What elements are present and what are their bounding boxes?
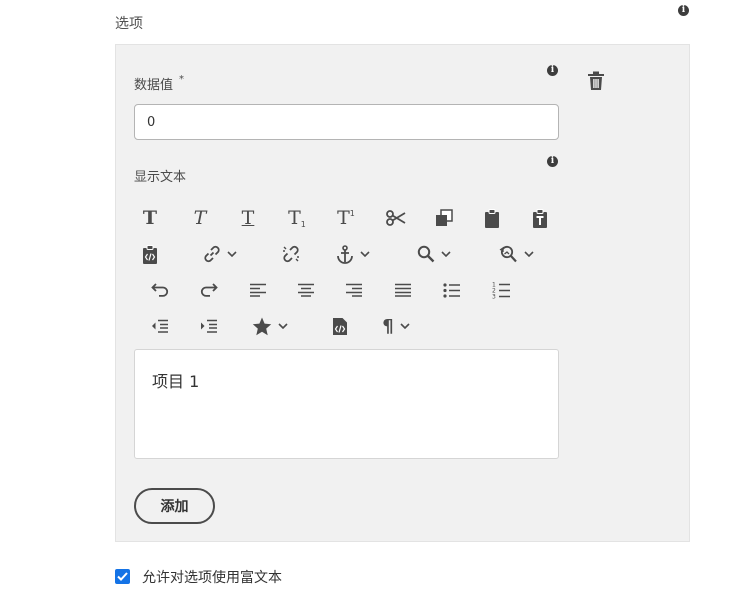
display-text-info-icon[interactable]: i <box>547 156 558 167</box>
rich-text-checkbox-label[interactable]: 允许对选项使用富文本 <box>142 567 282 587</box>
required-mark: * <box>179 74 185 85</box>
rich-text-editor[interactable]: 项目 1 <box>134 349 559 459</box>
options-section-label: 选项 <box>115 16 143 32</box>
add-button[interactable]: 添加 <box>134 488 215 524</box>
bulleted-list-icon[interactable] <box>436 275 468 305</box>
bold-icon[interactable]: T <box>134 203 166 233</box>
special-char-dropdown[interactable] <box>244 311 296 341</box>
editor-content[interactable]: 项目 1 <box>152 368 541 392</box>
find-replace-icon <box>499 245 517 263</box>
checkmark-icon <box>117 572 128 581</box>
svg-text:3: 3 <box>492 294 496 300</box>
link-icon <box>204 245 220 263</box>
bold-glyph: T <box>142 206 158 229</box>
chevron-down-icon <box>400 323 410 329</box>
superscript-glyph: T <box>337 206 350 229</box>
align-left-icon[interactable] <box>242 275 274 305</box>
unlink-icon[interactable] <box>275 239 307 269</box>
paste-icon[interactable] <box>476 203 508 233</box>
rich-text-checkbox[interactable] <box>115 569 130 584</box>
subscript-glyph: T <box>288 206 301 229</box>
align-center-icon[interactable] <box>290 275 322 305</box>
indent-icon[interactable] <box>193 311 225 341</box>
paste-text-icon[interactable] <box>524 203 556 233</box>
italic-glyph: T <box>193 206 207 229</box>
anchor-icon <box>337 244 353 264</box>
find-icon <box>417 245 435 263</box>
justify-icon[interactable] <box>387 275 419 305</box>
chevron-down-icon <box>360 251 370 257</box>
data-value-info-icon[interactable]: i <box>547 65 558 76</box>
find-dropdown[interactable] <box>408 239 460 269</box>
data-value-label: 数据值 * <box>134 74 184 93</box>
data-value-input[interactable] <box>134 104 559 140</box>
redo-icon[interactable] <box>193 275 225 305</box>
numbered-list-icon[interactable]: 123 <box>485 275 517 305</box>
chevron-down-icon <box>227 251 237 257</box>
cut-icon[interactable] <box>380 203 412 233</box>
star-icon <box>252 317 272 335</box>
delete-icon[interactable] <box>587 71 605 94</box>
superscript-icon[interactable]: T1 <box>330 203 362 233</box>
copy-icon[interactable] <box>428 203 460 233</box>
subscript-icon[interactable]: T1 <box>281 203 313 233</box>
info-icon[interactable]: i <box>678 5 689 16</box>
chevron-down-icon <box>441 251 451 257</box>
paragraph-icon: ¶ <box>382 315 394 337</box>
data-value-label-text: 数据值 <box>134 78 174 93</box>
chevron-down-icon <box>278 323 288 329</box>
paragraph-format-dropdown[interactable]: ¶ <box>370 311 422 341</box>
underline-glyph: T <box>241 206 255 229</box>
link-dropdown[interactable] <box>194 239 246 269</box>
paste-html-icon[interactable] <box>134 239 166 269</box>
source-edit-icon[interactable] <box>324 311 356 341</box>
underline-icon[interactable]: T <box>232 203 264 233</box>
anchor-dropdown[interactable] <box>327 239 379 269</box>
outdent-icon[interactable] <box>144 311 176 341</box>
find-replace-dropdown[interactable] <box>490 239 542 269</box>
chevron-down-icon <box>524 251 534 257</box>
undo-icon[interactable] <box>144 275 176 305</box>
display-text-label: 显示文本 <box>134 170 187 185</box>
align-right-icon[interactable] <box>338 275 370 305</box>
italic-icon[interactable]: T <box>184 203 216 233</box>
